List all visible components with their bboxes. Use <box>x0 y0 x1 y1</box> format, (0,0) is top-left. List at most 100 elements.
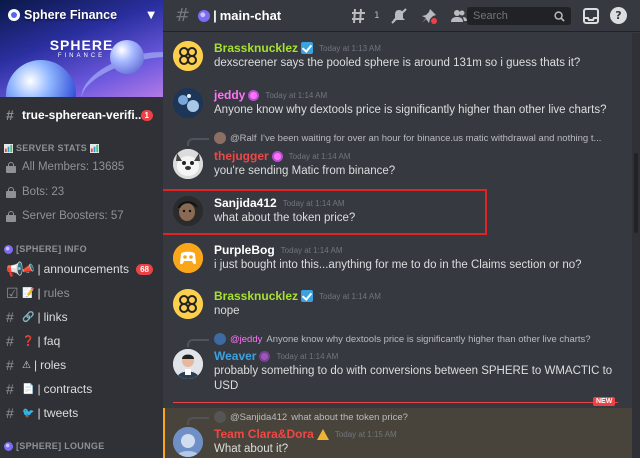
memo-icon: 📝 <box>22 287 35 299</box>
message-author[interactable]: PurpleBog Today at 1:14 AM <box>214 243 343 257</box>
message-content: probably something to do with conversion… <box>214 365 613 392</box>
message-content: Anyone know why dextools price is signif… <box>214 104 607 116</box>
channel-tweets[interactable]: # 🐦 | tweets <box>0 402 163 424</box>
verified-icon <box>301 290 314 302</box>
lock-icon <box>6 210 16 222</box>
stat-bots[interactable]: Bots: 23 <box>6 186 64 198</box>
threads-icon[interactable] <box>348 5 370 27</box>
message-content: dexscreener says the pooled sphere is ar… <box>214 57 581 69</box>
stat-all-members[interactable]: All Members: 13685 <box>6 161 124 173</box>
hash-icon: # <box>6 309 14 325</box>
message-content: What about it? <box>214 443 289 455</box>
search-icon <box>554 10 565 22</box>
avatar[interactable] <box>173 88 203 118</box>
scrollbar[interactable] <box>632 33 640 458</box>
chart-emoji-icon <box>90 143 100 153</box>
reply-preview[interactable]: @jeddy Anyone know why dextools price is… <box>214 333 591 345</box>
warning-icon: ⚠ <box>22 359 31 371</box>
channel-roles[interactable]: # ⚠ | roles <box>0 354 163 376</box>
question-icon: ❓ <box>22 335 35 347</box>
message-timestamp: Today at 1:14 AM <box>288 151 351 161</box>
banner-sphere-large <box>6 60 76 97</box>
rules-channel-icon: ☑ <box>6 284 19 301</box>
channel-announcements[interactable]: 📢 📣 | announcements 68 <box>0 258 163 280</box>
verified-icon <box>301 42 314 54</box>
hash-icon: # <box>6 405 14 421</box>
megaphone-icon: 📣 <box>22 263 35 275</box>
avatar[interactable] <box>173 427 203 457</box>
reply-avatar <box>214 132 226 144</box>
announcement-channel-icon: 📢 <box>6 260 24 277</box>
message-author[interactable]: jeddy Today at 1:14 AM <box>214 88 327 102</box>
message-author[interactable]: thejugger Today at 1:14 AM <box>214 149 351 163</box>
server-name: Sphere Finance <box>24 8 118 22</box>
server-verified-icon <box>8 9 20 21</box>
header-toolbar: 1 <box>348 0 478 32</box>
message-timestamp: Today at 1:13 AM <box>319 43 381 53</box>
message-list: Brassknucklez Today at 1:13 AM dexscreen… <box>163 33 640 458</box>
avatar[interactable] <box>173 289 203 319</box>
category-sphere-info[interactable]: [SPHERE] INFO <box>4 244 87 254</box>
message-author[interactable]: Weaver Today at 1:14 AM <box>214 349 338 363</box>
banner-logo: SPHERE FINANCE <box>49 37 114 59</box>
help-icon[interactable]: ? <box>610 7 627 24</box>
new-messages-divider <box>173 402 618 403</box>
lock-icon <box>6 161 16 173</box>
message-timestamp: Today at 1:14 AM <box>319 291 381 301</box>
chart-emoji-icon <box>4 143 13 153</box>
hash-icon: # <box>175 5 191 26</box>
channel-links[interactable]: # 🔗 | links <box>0 306 163 328</box>
reply-avatar <box>214 333 226 345</box>
highlight-box <box>163 189 487 235</box>
role-badge-icon <box>259 350 271 362</box>
avatar[interactable] <box>173 149 203 179</box>
inbox-icon[interactable] <box>583 8 599 24</box>
message-author[interactable]: Brassknucklez Today at 1:14 AM <box>214 289 381 303</box>
nitro-badge-icon <box>271 150 283 162</box>
mention-badge: 1 <box>140 109 153 121</box>
chevron-down-icon[interactable]: ▼ <box>147 10 155 21</box>
message-author[interactable]: Brassknucklez Today at 1:13 AM <box>214 41 381 55</box>
channel-faq[interactable]: # ❓ | faq <box>0 330 163 352</box>
hash-icon: # <box>6 333 14 349</box>
nitro-badge-icon <box>248 89 260 101</box>
new-badge: NEW <box>593 397 616 406</box>
message-timestamp: Today at 1:14 AM <box>276 351 339 361</box>
stat-server-boosters[interactable]: Server Boosters: 57 <box>6 210 124 222</box>
reply-preview[interactable]: @Ralf I've been waiting for over an hour… <box>214 132 601 144</box>
message-timestamp: Today at 1:14 AM <box>280 245 343 255</box>
hash-icon: # <box>6 357 14 373</box>
reply-avatar <box>214 411 226 423</box>
warning-icon <box>316 428 329 440</box>
search-input[interactable]: Search <box>467 7 571 25</box>
threads-count: 1 <box>374 11 380 21</box>
sphere-logo-icon <box>198 9 211 22</box>
channel-rules[interactable]: ☑ 📝 | rules <box>0 282 163 304</box>
channel-true-spherean-verification[interactable]: # true-spherean-verifi... 1 <box>0 104 163 126</box>
mention-badge: 68 <box>136 263 153 275</box>
bird-icon: 🐦 <box>22 407 35 419</box>
category-server-stats[interactable]: SERVER STATS <box>4 143 102 153</box>
avatar[interactable] <box>173 41 203 71</box>
server-header[interactable]: Sphere Finance ▼ <box>0 0 163 30</box>
mute-notifications-icon[interactable] <box>388 5 410 27</box>
link-icon: 🔗 <box>22 311 35 323</box>
message-content: you're sending Matic from binance? <box>214 165 396 177</box>
message-content: i just bought into this...anything for m… <box>214 259 582 271</box>
avatar[interactable] <box>173 349 203 379</box>
reply-preview[interactable]: @Sanjida412 what about the token price? <box>214 411 408 423</box>
channel-header: # | main-chat 1 Search ? <box>163 0 640 32</box>
sphere-logo-icon <box>4 441 13 451</box>
channel-contracts[interactable]: # 📄 | contracts <box>0 378 163 400</box>
page-icon: 📄 <box>22 383 35 395</box>
pinned-messages-icon[interactable] <box>418 5 440 27</box>
message-timestamp: Today at 1:15 AM <box>334 429 397 439</box>
avatar[interactable] <box>173 243 203 273</box>
message-timestamp: Today at 1:14 AM <box>265 90 328 100</box>
server-sidebar: SPHERE FINANCE Sphere Finance ▼ # true-s… <box>0 0 163 458</box>
message-content: nope <box>214 305 240 317</box>
message-author[interactable]: Team Clara&Dora Today at 1:15 AM <box>214 427 397 441</box>
category-sphere-lounge[interactable]: [SPHERE] LOUNGE <box>4 441 105 451</box>
hash-icon: # <box>6 381 14 397</box>
channel-title: | main-chat <box>198 8 281 23</box>
